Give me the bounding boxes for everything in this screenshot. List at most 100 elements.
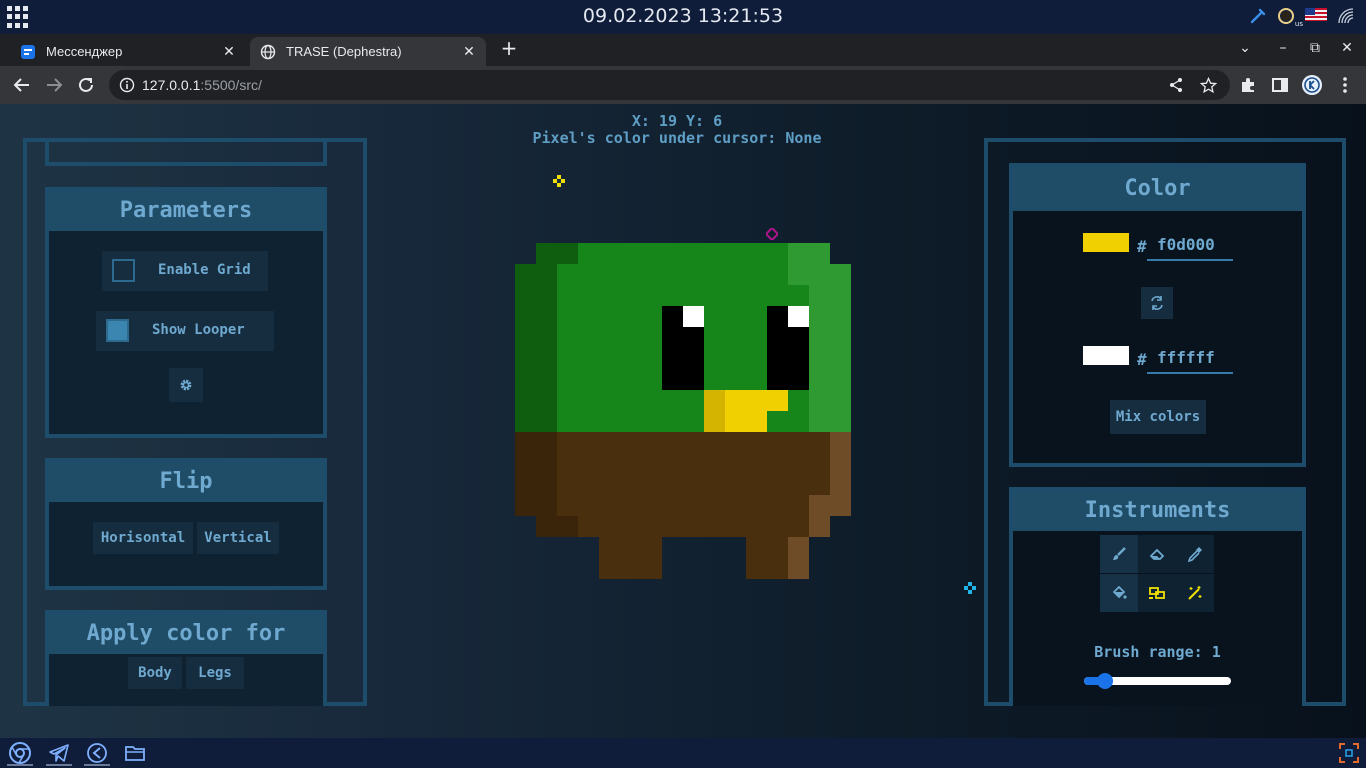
looper-marker-cyan	[964, 582, 976, 594]
mix-colors-button[interactable]: Mix colors	[1110, 400, 1206, 434]
brush-range-label: Brush range:	[1094, 643, 1203, 661]
apply-legs-button[interactable]: Legs	[186, 657, 244, 689]
instruments-title: Instruments	[1013, 491, 1302, 531]
taskbar-chrome[interactable]	[5, 740, 35, 766]
brush-range-value: 1	[1211, 643, 1221, 661]
extensions-puzzle-icon[interactable]	[1238, 75, 1258, 95]
site-info-icon[interactable]	[119, 77, 135, 93]
transform-icon	[1149, 587, 1165, 599]
close-window-icon[interactable]: ✕	[1337, 40, 1357, 58]
close-tab-icon[interactable]: ✕	[460, 42, 478, 60]
globe-icon	[260, 44, 276, 60]
taskbar-telegram[interactable]	[44, 740, 74, 766]
tab-title: TRASE (Dephestra)	[286, 44, 402, 59]
brush-tool-button[interactable]	[1100, 535, 1138, 573]
transform-tool-button[interactable]	[1138, 574, 1176, 612]
keyboard-layout-label: us	[1294, 20, 1303, 28]
enable-grid-checkbox[interactable]	[112, 259, 135, 282]
primary-color-swatch[interactable]	[1083, 233, 1129, 252]
secondary-hex-input[interactable]: ffffff	[1147, 344, 1233, 374]
parameters-title: Parameters	[49, 191, 323, 231]
enable-grid-toggle[interactable]: Enable Grid	[102, 251, 268, 291]
url-host: 127.0.0.1	[142, 77, 201, 93]
url-text[interactable]: 127.0.0.1:5500/src/	[142, 77, 262, 93]
apply-body-button[interactable]: Body	[128, 657, 182, 689]
browser-toolbar: 127.0.0.1:5500/src/	[0, 66, 1366, 104]
close-tab-icon[interactable]: ✕	[220, 42, 238, 60]
primary-hex-input[interactable]: f0d000	[1147, 231, 1233, 261]
apply-color-title: Apply color for	[49, 614, 323, 654]
show-looper-checkbox[interactable]	[106, 319, 129, 342]
us-flag-icon[interactable]	[1304, 6, 1328, 26]
new-tab-button[interactable]: +	[498, 38, 520, 60]
tab-search-icon[interactable]: ⌄	[1235, 40, 1255, 58]
forward-button[interactable]	[43, 74, 65, 96]
tab-trase[interactable]: TRASE (Dephestra) ✕	[250, 37, 486, 66]
system-top-bar: 09.02.2023 13:21:53 us	[0, 0, 1366, 34]
fill-tool-button[interactable]	[1100, 574, 1138, 612]
color-panel: Color # f0d000 # ffffff Mix colors	[1009, 163, 1306, 467]
trase-editor-page: X: 19 Y: 6 Pixel's color under cursor: N…	[0, 104, 1366, 738]
reload-button[interactable]	[75, 74, 97, 96]
color-title: Color	[1013, 167, 1302, 211]
system-taskbar	[0, 738, 1366, 768]
pixel-canvas[interactable]	[515, 243, 851, 579]
gear-icon	[180, 379, 192, 391]
bookmark-star-icon[interactable]	[1199, 76, 1217, 94]
instruments-panel: Instruments Brush range: 1	[1009, 487, 1306, 706]
running-indicator	[84, 764, 110, 766]
brush-icon	[1113, 547, 1126, 560]
messenger-icon	[20, 44, 36, 60]
magic-wand-tool-button[interactable]	[1176, 574, 1214, 612]
files-icon	[125, 746, 145, 761]
color-picker-tray-icon[interactable]	[1248, 6, 1268, 26]
brush-range-text: Brush range: 1	[1013, 643, 1302, 661]
enable-grid-label: Enable Grid	[158, 262, 251, 278]
moon-icon[interactable]	[1276, 6, 1296, 26]
side-panel-icon[interactable]	[1270, 75, 1290, 95]
secondary-hash-label: #	[1137, 350, 1147, 369]
tab-messenger[interactable]: Мессенджер ✕	[10, 37, 246, 66]
back-button[interactable]	[11, 74, 33, 96]
running-indicator	[46, 764, 72, 766]
magic-wand-icon	[1188, 586, 1202, 600]
tab-title: Мессенджер	[46, 44, 123, 59]
parameters-panel: Parameters Enable Grid Show Looper	[45, 187, 327, 438]
wifi-icon[interactable]	[1336, 6, 1356, 26]
brush-range-slider[interactable]	[1084, 673, 1231, 689]
system-clock: 09.02.2023 13:21:53	[582, 5, 784, 27]
telegram-icon	[49, 744, 69, 762]
running-indicator	[7, 764, 33, 766]
taskbar-files[interactable]	[120, 740, 150, 766]
swap-icon	[1151, 296, 1163, 310]
show-looper-label: Show Looper	[152, 322, 245, 338]
flip-panel: Flip Horisontal Vertical	[45, 458, 327, 590]
forward-arrow-icon	[47, 78, 63, 92]
maximize-window-icon[interactable]: ⧉	[1305, 40, 1325, 58]
eyedropper-icon	[1187, 547, 1202, 562]
profile-avatar[interactable]	[1301, 74, 1323, 96]
flip-title: Flip	[49, 462, 323, 502]
brush-range-slider-handle[interactable]	[1097, 673, 1113, 689]
cursor-coordinates: X: 19 Y: 6	[631, 112, 723, 130]
chrome-icon	[9, 742, 31, 764]
eyedropper-tool-button[interactable]	[1176, 535, 1214, 573]
taskbar-vscode[interactable]	[82, 740, 112, 766]
secondary-color-swatch[interactable]	[1083, 346, 1129, 365]
show-looper-toggle[interactable]: Show Looper	[96, 311, 274, 351]
flip-vertical-button[interactable]: Vertical	[197, 522, 279, 554]
looper-marker-pink	[766, 228, 778, 240]
minimize-window-icon[interactable]: –	[1273, 40, 1293, 58]
address-bar[interactable]: 127.0.0.1:5500/src/	[109, 70, 1230, 100]
flip-horizontal-button[interactable]: Horisontal	[93, 522, 193, 554]
eraser-icon	[1149, 548, 1165, 560]
settings-button[interactable]	[169, 368, 203, 402]
pixel-art-duck[interactable]	[515, 243, 851, 579]
looper-marker-yellow	[553, 175, 565, 187]
share-icon[interactable]	[1167, 76, 1185, 94]
taskbar-screenshot-tool[interactable]	[1334, 740, 1364, 766]
browser-menu-icon[interactable]	[1335, 75, 1355, 95]
back-arrow-icon	[13, 78, 29, 92]
eraser-tool-button[interactable]	[1138, 535, 1176, 573]
swap-colors-button[interactable]	[1141, 287, 1173, 319]
